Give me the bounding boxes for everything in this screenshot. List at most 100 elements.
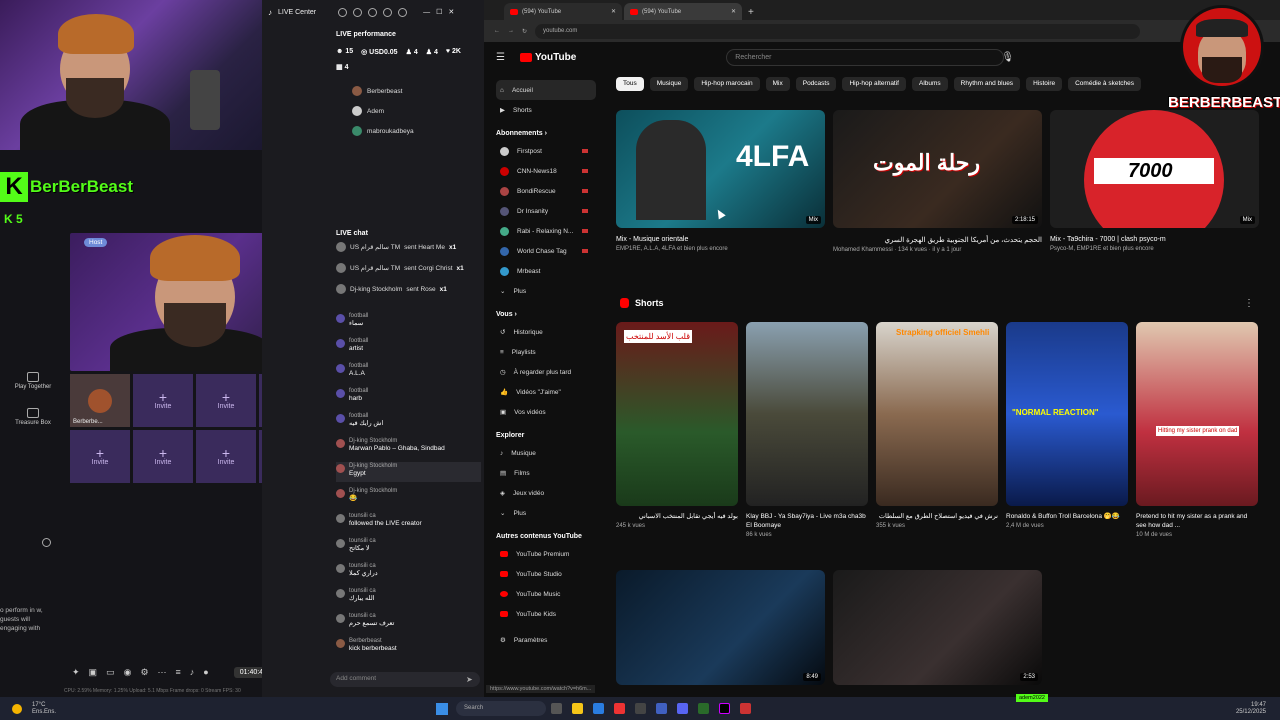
youtube-logo[interactable]: YouTube bbox=[520, 52, 576, 63]
chat-message[interactable]: tounsili ca تعرف تسمع حرم bbox=[336, 612, 481, 632]
video-thumbnail[interactable]: 2:53 bbox=[833, 570, 1042, 685]
sidebar-item-playlists[interactable]: ≡ Playlists bbox=[496, 342, 596, 362]
sidebar-item-gaming[interactable]: ◈ Jeux vidéo bbox=[496, 483, 596, 503]
sidebar-more[interactable]: ⌄ Plus bbox=[496, 281, 596, 301]
close-tab-icon[interactable]: ✕ bbox=[731, 8, 736, 15]
viewer-item[interactable]: Berberbeast bbox=[352, 84, 414, 98]
obs-icon[interactable] bbox=[635, 703, 647, 714]
task-view-icon[interactable] bbox=[551, 703, 563, 714]
sidebar-item-history[interactable]: ↺ Historique bbox=[496, 322, 596, 342]
short-thumbnail[interactable]: قلب الأسد للمنتخب bbox=[616, 322, 738, 506]
help-icon[interactable] bbox=[42, 538, 51, 547]
chip[interactable]: Mix bbox=[765, 77, 790, 91]
short-thumbnail[interactable]: Hitting my sister prank on dad bbox=[1136, 322, 1258, 506]
short-title[interactable]: بولد فيه أيجي تقابل المنتخب الاسباني bbox=[616, 512, 738, 521]
send-icon[interactable]: ➤ bbox=[466, 675, 473, 684]
back-icon[interactable]: ← bbox=[494, 28, 500, 34]
short-card[interactable]: Strapking officiel Smehli نرش في فيديو ا… bbox=[876, 322, 998, 538]
video-title[interactable]: Mix - Musique orientale bbox=[616, 236, 825, 243]
short-thumbnail[interactable]: Strapking officiel Smehli bbox=[876, 322, 998, 506]
chat-message[interactable]: Berberbeast kick berberbeast bbox=[336, 637, 481, 657]
chip[interactable]: Albums bbox=[911, 77, 948, 91]
media-icon[interactable] bbox=[740, 703, 752, 714]
file-explorer-icon[interactable] bbox=[572, 703, 584, 714]
video-card[interactable]: 7000 Mix Mix - Ta9chira - 7000 | clash p… bbox=[1050, 110, 1259, 254]
browser-tab[interactable]: (594) YouTube ✕ bbox=[504, 3, 622, 20]
chrome-icon[interactable] bbox=[614, 703, 626, 714]
sidebar-more[interactable]: ⌄ Plus bbox=[496, 503, 596, 523]
short-title[interactable]: نرش في فيديو استصلاح الطرق مع السلطات bbox=[876, 512, 998, 521]
chip[interactable]: Hip-hop marocain bbox=[694, 77, 760, 91]
chat-message[interactable]: Dj-king Stockholm Egypt bbox=[336, 462, 481, 482]
short-thumbnail[interactable]: "NORMAL REACTION" bbox=[1006, 322, 1128, 506]
comment-input[interactable]: Add comment bbox=[330, 672, 480, 687]
chip[interactable]: Tous bbox=[616, 77, 644, 91]
video-thumbnail[interactable]: 8:49 bbox=[616, 570, 825, 685]
forward-icon[interactable]: → bbox=[508, 28, 514, 34]
sidebar-item-studio[interactable]: YouTube Studio bbox=[496, 564, 596, 584]
discord-icon[interactable] bbox=[677, 703, 689, 714]
short-card[interactable]: Klay BBJ - Ya Sbay7iya - Live m3a cha3b … bbox=[746, 322, 868, 538]
record-icon[interactable]: ◉ bbox=[124, 667, 132, 678]
close-button[interactable]: ✕ bbox=[448, 8, 454, 16]
edge-icon[interactable] bbox=[593, 703, 605, 714]
chat-message[interactable]: Dj-king Stockholm 😂 bbox=[336, 487, 481, 507]
you-title[interactable]: Vous › bbox=[496, 311, 596, 318]
sidebar-item-films[interactable]: ▤ Films bbox=[496, 463, 596, 483]
short-card[interactable]: "NORMAL REACTION" Ronaldo & Buffon Troll… bbox=[1006, 322, 1128, 538]
speaker-icon[interactable]: ♪ bbox=[190, 667, 195, 677]
video-thumbnail[interactable]: 7000 Mix bbox=[1050, 110, 1259, 228]
short-card[interactable]: Hitting my sister prank on dad Pretend t… bbox=[1136, 322, 1258, 538]
profile-icon[interactable] bbox=[398, 7, 408, 17]
video-title[interactable]: Mix - Ta9chira - 7000 | clash psyco-m bbox=[1050, 236, 1259, 243]
chat-message[interactable]: tounsili ca الله يبارك bbox=[336, 587, 481, 607]
viewer-item[interactable]: Adem bbox=[352, 104, 414, 118]
help-icon[interactable] bbox=[368, 7, 378, 17]
more-icon[interactable]: ⋯ bbox=[158, 667, 167, 678]
sidebar-item-shorts[interactable]: ▶ Shorts bbox=[496, 100, 596, 120]
short-title[interactable]: Ronaldo & Buffon Troll Barcelona 🤭😂 bbox=[1006, 512, 1128, 521]
mic-icon[interactable]: ● bbox=[203, 667, 208, 677]
viewer-item[interactable]: mabroukadbeya bbox=[352, 124, 414, 138]
reload-icon[interactable]: ↻ bbox=[522, 28, 527, 35]
layout-icon[interactable]: ▣ bbox=[89, 667, 98, 678]
system-clock[interactable]: 19:47 25/12/2025 bbox=[1236, 702, 1266, 716]
chip[interactable]: Histoire bbox=[1026, 77, 1063, 91]
chip[interactable]: Comédie à sketches bbox=[1068, 77, 1141, 91]
sidebar-channel[interactable]: CNN-News18 bbox=[496, 161, 596, 181]
effects-icon[interactable]: ✦ bbox=[72, 667, 80, 678]
video-title[interactable]: الحجم يتحدث، من أمريكا الجنوبية طريق اله… bbox=[833, 236, 1042, 244]
chat-message[interactable]: football harb bbox=[336, 387, 481, 407]
screen-icon[interactable]: ▭ bbox=[106, 667, 115, 678]
chat-message[interactable]: football A.L.A bbox=[336, 362, 481, 382]
taskbar-search[interactable]: Search bbox=[456, 701, 547, 716]
url-field[interactable]: youtube.com bbox=[535, 23, 1140, 39]
invite-slot[interactable]: +Invite bbox=[196, 430, 256, 483]
terminal-icon[interactable] bbox=[698, 703, 710, 714]
chat-message[interactable]: Dj-king Stockholm Marwan Pablo – Ghaba, S… bbox=[336, 437, 481, 457]
notification-icon[interactable] bbox=[338, 7, 348, 17]
chip[interactable]: Rhythm and blues bbox=[953, 77, 1021, 91]
short-thumbnail[interactable] bbox=[746, 322, 868, 506]
weather-widget[interactable]: 17°C Ens.Ens. bbox=[32, 702, 56, 716]
browser-tab[interactable]: (594) YouTube ✕ bbox=[624, 3, 742, 20]
close-tab-icon[interactable]: ✕ bbox=[611, 8, 616, 15]
chat-message[interactable]: tounsili ca دراري كملا bbox=[336, 562, 481, 582]
chip[interactable]: Hip-hop alternatif bbox=[842, 77, 906, 91]
treasure-box-button[interactable]: Treasure Box bbox=[15, 408, 51, 426]
tiktok-icon[interactable] bbox=[719, 703, 731, 714]
short-card[interactable]: قلب الأسد للمنتخب بولد فيه أيجي تقابل ال… bbox=[616, 322, 738, 538]
sidebar-item-premium[interactable]: YouTube Premium bbox=[496, 544, 596, 564]
sidebar-channel[interactable]: Mrbeast bbox=[496, 261, 596, 281]
new-tab-button[interactable]: + bbox=[748, 7, 754, 18]
search-input[interactable]: Rechercher bbox=[726, 48, 1005, 66]
short-title[interactable]: Klay BBJ - Ya Sbay7iya - Live m3a cha3b … bbox=[746, 512, 868, 530]
menu-icon[interactable]: ☰ bbox=[496, 52, 505, 63]
sidebar-channel[interactable]: Firstpost bbox=[496, 141, 596, 161]
settings-icon[interactable] bbox=[383, 7, 393, 17]
sidebar-item-watch-later[interactable]: ◷ À regarder plus tard bbox=[496, 362, 596, 382]
more-options-icon[interactable]: ⋮ bbox=[1244, 298, 1254, 309]
invite-slot[interactable]: +Invite bbox=[70, 430, 130, 483]
guest-slot-self[interactable]: Berberbe... bbox=[70, 374, 130, 427]
sidebar-item-music-app[interactable]: YouTube Music bbox=[496, 584, 596, 604]
